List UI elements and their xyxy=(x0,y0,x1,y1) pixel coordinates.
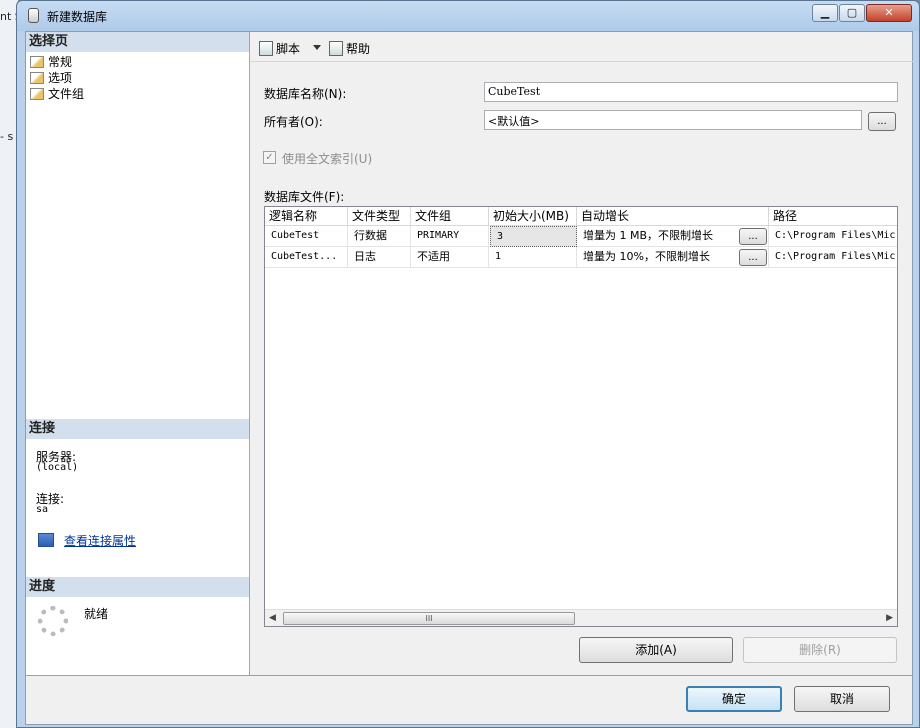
owner-label: 所有者(O): xyxy=(264,115,323,129)
scroll-thumb[interactable]: III xyxy=(283,612,575,625)
column-header[interactable]: 逻辑名称 xyxy=(265,207,348,226)
horizontal-scrollbar[interactable]: ◀ III ▶ xyxy=(265,609,897,626)
ok-button[interactable]: 确定 xyxy=(686,686,782,712)
connection-header: 连接 xyxy=(26,419,249,439)
path-cell[interactable]: C:\Program Files\Mic xyxy=(769,226,897,247)
initial-size-cell[interactable]: 1 xyxy=(489,247,577,268)
logical-name-cell[interactable]: CubeTest xyxy=(265,226,348,247)
page-item-options[interactable]: 选项 xyxy=(30,70,72,86)
script-button[interactable]: 脚本 xyxy=(259,40,300,57)
window-title: 新建数据库 xyxy=(47,10,108,24)
page-item-label: 常规 xyxy=(48,55,73,69)
owner-input[interactable]: <默认值> xyxy=(484,110,862,130)
server-value: (local) xyxy=(36,462,79,473)
page-item-filegroups[interactable]: 文件组 xyxy=(30,86,84,102)
dialog-client-area: 选择页 常规 选项 文件组 连接 服务器: (local) 连接: sa 查看连… xyxy=(25,31,913,725)
page-item-general[interactable]: 常规 xyxy=(30,54,72,70)
page-settings-icon xyxy=(30,88,44,100)
progress-spinner-icon xyxy=(38,606,68,636)
logical-name-cell[interactable]: CubeTest... xyxy=(265,247,348,268)
fulltext-index-checkbox[interactable]: ✓ xyxy=(263,151,276,164)
scroll-right-icon[interactable]: ▶ xyxy=(886,613,893,623)
database-files-label: 数据库文件(F): xyxy=(264,190,345,204)
remove-button[interactable]: 删除(R) xyxy=(743,637,897,663)
autogrowth-browse-button[interactable]: ... xyxy=(739,228,767,245)
file-type-cell[interactable]: 日志 xyxy=(348,247,411,268)
view-connection-properties-link[interactable]: 查看连接属性 xyxy=(64,532,136,549)
close-button[interactable]: ✕ xyxy=(866,4,912,22)
title-bar[interactable]: 新建数据库 ▁ ▢ ✕ xyxy=(17,1,919,31)
select-page-header: 选择页 xyxy=(26,32,249,52)
page-item-label: 文件组 xyxy=(48,87,85,101)
filegroup-cell[interactable]: PRIMARY xyxy=(411,226,489,247)
page-settings-icon xyxy=(30,72,44,84)
autogrowth-browse-button[interactable]: ... xyxy=(739,249,767,266)
maximize-button[interactable]: ▢ xyxy=(839,4,865,22)
file-type-cell[interactable]: 行数据 xyxy=(348,226,411,247)
help-button[interactable]: 帮助 xyxy=(329,40,370,57)
scroll-left-icon[interactable]: ◀ xyxy=(269,613,276,623)
database-icon xyxy=(28,8,39,23)
path-cell[interactable]: C:\Program Files\Mic xyxy=(769,247,897,268)
background-text: - s xyxy=(0,130,14,143)
owner-browse-button[interactable]: ... xyxy=(868,112,896,131)
connection-value: sa xyxy=(36,504,49,515)
column-header[interactable]: 自动增长 xyxy=(577,207,769,226)
column-header[interactable]: 初始大小(MB) xyxy=(489,207,577,226)
page-item-label: 选项 xyxy=(48,71,73,85)
help-icon xyxy=(329,41,343,56)
left-pane: 选择页 常规 选项 文件组 连接 服务器: (local) 连接: sa 查看连… xyxy=(26,32,250,675)
script-icon xyxy=(259,41,273,56)
toolbar: 脚本 帮助 xyxy=(251,32,913,62)
initial-size-cell[interactable]: 3 xyxy=(490,226,577,247)
column-header[interactable]: 文件组 xyxy=(411,207,489,226)
minimize-button[interactable]: ▁ xyxy=(812,4,838,22)
connection-properties-icon xyxy=(38,533,54,547)
footer-divider xyxy=(26,675,912,676)
database-files-grid[interactable]: 逻辑名称 文件类型 文件组 初始大小(MB) 自动增长 路径 CubeTest … xyxy=(264,206,898,627)
database-name-label: 数据库名称(N): xyxy=(264,87,347,101)
script-dropdown-arrow-icon[interactable] xyxy=(313,45,321,50)
progress-status: 就绪 xyxy=(84,607,109,621)
cancel-button[interactable]: 取消 xyxy=(794,686,890,712)
new-database-dialog: 新建数据库 ▁ ▢ ✕ 选择页 常规 选项 文件组 连接 服务器: (local… xyxy=(16,0,920,728)
fulltext-index-label: 使用全文索引(U) xyxy=(282,152,373,166)
script-label: 脚本 xyxy=(276,42,301,56)
progress-header: 进度 xyxy=(26,577,249,597)
help-label: 帮助 xyxy=(346,42,371,56)
column-header[interactable]: 路径 xyxy=(769,207,897,226)
filegroup-cell[interactable]: 不适用 xyxy=(411,247,489,268)
column-header[interactable]: 文件类型 xyxy=(348,207,411,226)
database-name-input[interactable]: CubeTest xyxy=(484,82,898,102)
add-button[interactable]: 添加(A) xyxy=(579,637,733,663)
page-settings-icon xyxy=(30,56,44,68)
